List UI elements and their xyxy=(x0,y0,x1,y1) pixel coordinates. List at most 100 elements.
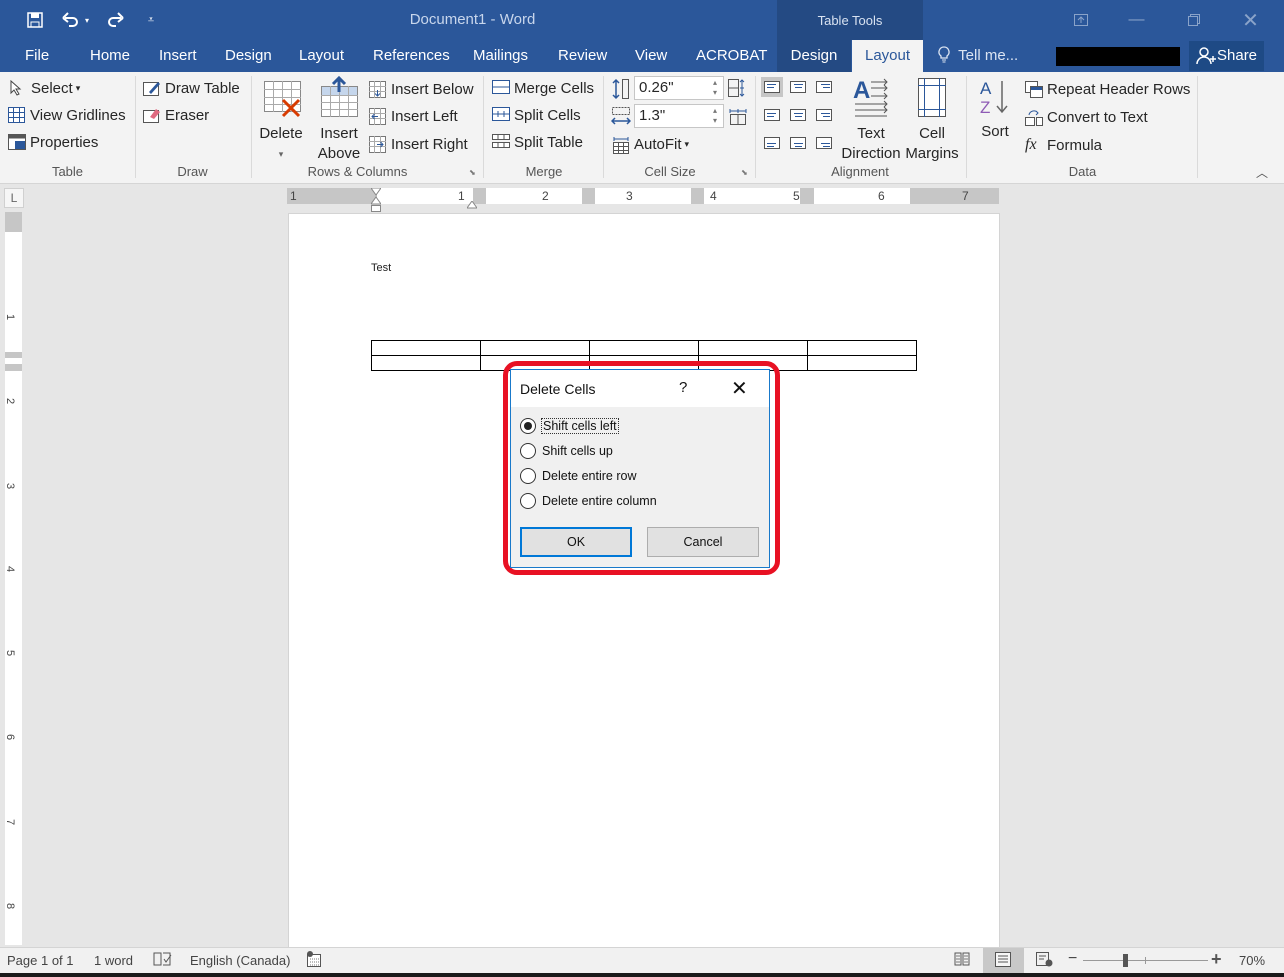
split-table-button[interactable]: Split Table xyxy=(492,130,583,154)
radio-selected[interactable] xyxy=(520,418,536,434)
insert-left-button[interactable]: Insert Left xyxy=(369,104,458,128)
align-center-right-button[interactable] xyxy=(813,105,835,125)
eraser-button[interactable]: Eraser xyxy=(143,103,209,127)
text-direction-button[interactable]: A Text Direction xyxy=(840,76,902,164)
insert-below-button[interactable]: Insert Below xyxy=(369,77,474,101)
tab-design[interactable]: Design xyxy=(225,40,272,72)
insert-above-label-1: Insert xyxy=(320,125,358,142)
tab-insert[interactable]: Insert xyxy=(159,40,197,72)
insert-above-icon xyxy=(321,75,358,117)
table-cell[interactable] xyxy=(807,340,917,356)
table-cell[interactable] xyxy=(371,355,481,371)
select-button[interactable]: Select ▾ xyxy=(9,76,80,100)
draw-table-button[interactable]: Draw Table xyxy=(143,76,240,100)
merge-cells-button[interactable]: Merge Cells xyxy=(492,76,594,100)
table-cell[interactable] xyxy=(589,340,699,356)
properties-button[interactable]: Properties xyxy=(8,130,98,154)
horizontal-ruler[interactable]: 1 1 2 3 4 5 6 7 xyxy=(287,187,999,212)
align-top-center-button[interactable] xyxy=(787,77,809,97)
zoom-slider-thumb[interactable] xyxy=(1123,954,1128,967)
align-center-left-button[interactable] xyxy=(761,105,783,125)
delete-button[interactable]: Delete ▾ xyxy=(256,78,306,164)
row-height-input[interactable]: 0.26" ▴ ▾ xyxy=(634,76,724,100)
align-bottom-left-button[interactable] xyxy=(761,133,783,153)
view-gridlines-button[interactable]: View Gridlines xyxy=(8,103,126,127)
insert-right-button[interactable]: Insert Right xyxy=(369,132,468,156)
align-top-left-button[interactable] xyxy=(761,77,783,97)
table-cell[interactable] xyxy=(480,340,590,356)
share-button[interactable]: Share xyxy=(1189,41,1264,71)
tab-selector[interactable]: L xyxy=(4,188,24,208)
word-count[interactable]: 1 word xyxy=(94,953,133,968)
option-delete-entire-row[interactable]: Delete entire row xyxy=(520,468,637,484)
close-icon[interactable]: ✕ xyxy=(1222,0,1279,40)
autofit-button[interactable]: AutoFit ▾ xyxy=(612,132,689,156)
tab-file[interactable]: File xyxy=(25,40,49,72)
formula-button[interactable]: fx Formula xyxy=(1025,133,1102,157)
cell-size-dialog-launcher-icon[interactable]: ⬊ xyxy=(741,168,748,177)
zoom-level[interactable]: 70% xyxy=(1239,953,1265,968)
distribute-rows-icon[interactable] xyxy=(728,79,746,102)
cursor-icon xyxy=(9,79,27,96)
table-cell[interactable] xyxy=(698,340,808,356)
table-cell[interactable] xyxy=(371,340,481,356)
option-delete-entire-column[interactable]: Delete entire column xyxy=(520,493,657,509)
restore-icon[interactable] xyxy=(1165,0,1222,40)
minimize-icon[interactable]: — xyxy=(1108,0,1165,40)
cell-margins-button[interactable]: Cell Margins xyxy=(902,76,962,164)
macro-icon[interactable] xyxy=(306,951,322,971)
column-width-input[interactable]: 1.3" ▴ ▾ xyxy=(634,104,724,128)
distribute-columns-icon[interactable] xyxy=(729,107,747,130)
align-center-button[interactable] xyxy=(787,105,809,125)
tab-references[interactable]: References xyxy=(373,40,450,72)
language[interactable]: English (Canada) xyxy=(190,953,290,968)
radio[interactable] xyxy=(520,443,536,459)
zoom-in-icon[interactable]: + xyxy=(1211,949,1222,970)
chevron-down-icon: ▾ xyxy=(278,149,284,159)
cancel-button[interactable]: Cancel xyxy=(647,527,759,557)
tab-table-layout[interactable]: Layout xyxy=(852,40,923,72)
read-mode-icon[interactable] xyxy=(954,952,970,969)
tab-layout[interactable]: Layout xyxy=(299,40,344,72)
tab-table-design[interactable]: Design xyxy=(777,40,851,72)
print-layout-icon[interactable] xyxy=(995,952,1011,970)
option-shift-cells-left[interactable]: Shift cells left xyxy=(520,418,619,434)
eraser-label: Eraser xyxy=(165,106,210,124)
tell-me-search[interactable]: Tell me... xyxy=(938,40,1018,72)
option-shift-cells-up[interactable]: Shift cells up xyxy=(520,443,613,459)
tab-home[interactable]: Home xyxy=(90,40,130,72)
radio[interactable] xyxy=(520,468,536,484)
help-button[interactable]: ? xyxy=(679,379,687,396)
document-text[interactable]: Test xyxy=(371,262,391,274)
indent-marker[interactable] xyxy=(370,187,382,212)
align-bottom-center-button[interactable] xyxy=(787,133,809,153)
insert-above-button[interactable]: Insert Above xyxy=(315,75,363,164)
page-count[interactable]: Page 1 of 1 xyxy=(7,953,74,968)
sort-button[interactable]: AZ Sort xyxy=(975,78,1015,142)
spin-arrows-icon[interactable]: ▴ ▾ xyxy=(713,78,717,98)
tab-review[interactable]: Review xyxy=(558,40,607,72)
rows-columns-dialog-launcher-icon[interactable]: ⬊ xyxy=(469,168,476,177)
ruler-number: 5 xyxy=(793,189,800,203)
proofing-icon[interactable] xyxy=(153,951,173,970)
tab-view[interactable]: View xyxy=(635,40,667,72)
tab-acrobat[interactable]: ACROBAT xyxy=(696,40,767,72)
zoom-out-icon[interactable]: − xyxy=(1068,950,1077,968)
vertical-ruler[interactable]: 1 2 3 4 5 6 7 8 xyxy=(4,212,22,945)
web-layout-icon[interactable] xyxy=(1036,952,1053,970)
align-top-right-button[interactable] xyxy=(813,77,835,97)
split-cells-button[interactable]: Split Cells xyxy=(492,103,581,127)
repeat-header-rows-button[interactable]: Repeat Header Rows xyxy=(1025,77,1190,101)
right-indent-marker[interactable] xyxy=(466,196,478,214)
document-page[interactable]: Test xyxy=(288,213,1000,947)
table-cell[interactable] xyxy=(807,355,917,371)
convert-to-text-button[interactable]: Convert to Text xyxy=(1025,105,1148,129)
align-bottom-right-button[interactable] xyxy=(813,133,835,153)
ribbon-display-options-icon[interactable] xyxy=(1052,0,1109,40)
dialog-close-icon[interactable]: ✕ xyxy=(731,376,748,401)
collapse-ribbon-icon[interactable]: ︿ xyxy=(1256,164,1268,181)
spin-arrows-icon[interactable]: ▴ ▾ xyxy=(713,106,717,126)
radio[interactable] xyxy=(520,493,536,509)
tab-mailings[interactable]: Mailings xyxy=(473,40,528,72)
ok-button[interactable]: OK xyxy=(520,527,632,557)
